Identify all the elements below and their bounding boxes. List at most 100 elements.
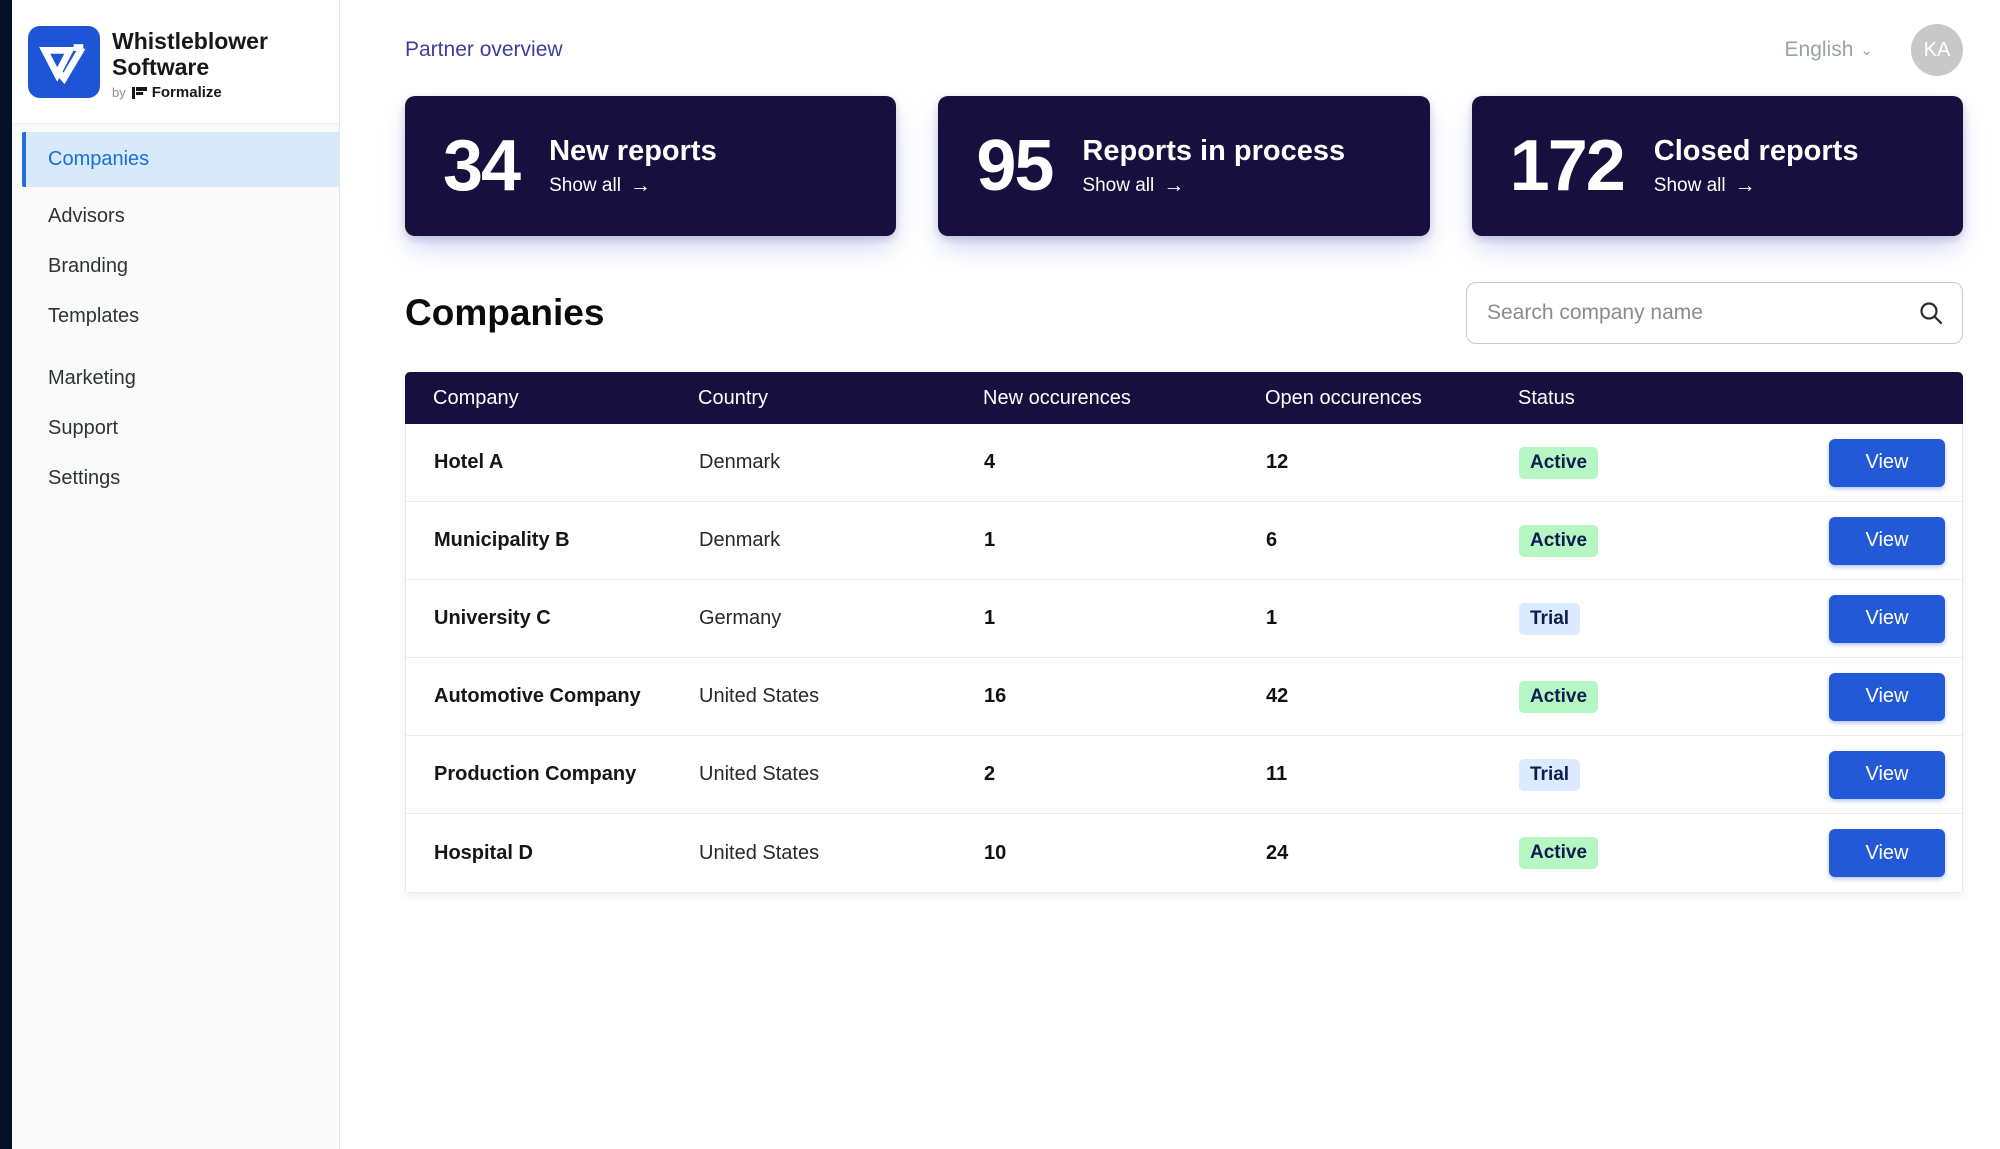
column-header-company: Company [433,386,519,409]
sidebar-item-label: Companies [48,148,150,170]
search-icon[interactable] [1918,300,1944,326]
open-occurences-value: 1 [1266,607,1278,629]
status-badge: Active [1519,446,1599,479]
new-occurences-value: 4 [984,451,996,473]
logo-by-label: by [112,85,126,100]
open-occurences-value: 11 [1266,763,1288,785]
breadcrumb[interactable]: Partner overview [405,38,563,62]
left-edge-strip [0,0,12,1149]
status-badge: Active [1519,837,1599,869]
new-occurences-value: 16 [984,685,1007,707]
open-occurences-value: 42 [1266,685,1289,707]
language-selector[interactable]: English ⌄ [1785,38,1873,62]
company-country: United States [699,841,820,864]
search-input[interactable] [1487,301,1918,325]
table-row: Hotel A Denmark 4 12 Active View [406,424,1962,502]
view-button[interactable]: View [1829,672,1945,721]
open-occurences-value: 24 [1266,841,1289,864]
company-name: University C [434,607,551,629]
view-button[interactable]: View [1829,594,1945,643]
sidebar-nav: Companies Advisors Branding Templates Ma… [12,124,339,503]
sidebar-item-label: Support [48,416,119,439]
topbar: Partner overview English ⌄ KA [405,0,1963,86]
table-row: University C Germany 1 1 Trial View [406,580,1962,658]
column-header-open-occurences: Open occurences [1265,386,1422,409]
company-name: Municipality B [434,529,570,551]
page-title: Companies [405,292,605,333]
sidebar-item-label: Branding [48,254,129,277]
sidebar-item-label: Advisors [48,204,125,227]
sidebar-item-label: Templates [48,304,140,327]
sidebar-item-label: Marketing [48,366,136,389]
status-badge: Active [1519,680,1599,713]
open-occurences-value: 6 [1266,529,1278,551]
new-occurences-value: 2 [984,763,996,785]
arrow-right-icon: → [1734,173,1756,197]
new-occurences-value: 10 [984,841,1007,864]
company-country: Germany [699,607,782,629]
stat-value: 95 [976,126,1054,206]
stat-label: Closed reports [1653,134,1859,167]
formalize-brand-label: Formalize [151,84,222,101]
stat-label: New reports [549,134,717,167]
show-all-link[interactable]: Show all → [1082,174,1345,198]
view-button[interactable]: View [1829,750,1945,799]
language-label: English [1784,38,1854,61]
company-name: Hotel A [434,451,504,473]
show-all-label: Show all [1653,174,1726,196]
company-name: Automotive Company [434,685,641,707]
company-name: Hospital D [434,841,533,864]
show-all-label: Show all [1082,174,1155,196]
table-row: Hospital D United States 10 24 Active Vi… [406,814,1962,892]
logo-title-line2: Software [112,54,210,80]
column-header-new-occurences: New occurences [983,386,1131,409]
new-occurences-value: 1 [984,607,996,629]
sidebar-item-templates[interactable]: Templates [12,291,339,341]
companies-header: Companies [405,282,1963,344]
column-header-country: Country [698,386,769,409]
status-badge: Active [1519,524,1599,557]
logo: Whistleblower Software by Formalize [12,0,339,124]
company-name: Production Company [434,763,637,785]
open-occurences-value: 12 [1266,451,1289,473]
stat-card-new-reports: 34 New reports Show all → [405,96,897,236]
formalize-icon [131,86,147,100]
view-button[interactable]: View [1829,516,1945,565]
sidebar-item-branding[interactable]: Branding [12,241,339,291]
company-country: Denmark [699,529,781,551]
sidebar-item-support[interactable]: Support [12,403,339,453]
view-button[interactable]: View [1829,829,1945,877]
sidebar-item-advisors[interactable]: Advisors [12,191,339,241]
stats-row: 34 New reports Show all → 95 Reports in … [405,96,1963,236]
show-all-link[interactable]: Show all → [1654,174,1859,198]
arrow-right-icon: → [1163,173,1185,197]
company-country: United States [699,763,820,785]
arrow-right-icon: → [629,173,651,197]
stat-value: 172 [1509,126,1626,206]
main-content: Partner overview English ⌄ KA 34 New rep… [340,0,2000,1149]
show-all-label: Show all [549,174,621,196]
avatar[interactable]: KA [1911,24,1963,76]
sidebar: Whistleblower Software by Formalize Comp… [12,0,340,1149]
sidebar-item-label: Settings [48,466,121,489]
avatar-initials: KA [1923,38,1951,61]
sidebar-item-marketing[interactable]: Marketing [12,353,339,403]
stat-label: Reports in process [1082,134,1346,167]
show-all-link[interactable]: Show all → [549,174,717,198]
table-row: Municipality B Denmark 1 6 Active View [406,502,1962,580]
search-box [1466,282,1963,344]
logo-text: Whistleblower Software by Formalize [112,26,268,123]
table-header-row: Company Country New occurences Open occu… [405,372,1963,424]
chevron-down-icon: ⌄ [1860,42,1873,59]
view-button[interactable]: View [1829,438,1945,487]
stat-card-reports-in-process: 95 Reports in process Show all → [938,96,1430,236]
partner-dashboard: Whistleblower Software by Formalize Comp… [0,0,2000,1149]
logo-title-line1: Whistleblower [112,28,268,54]
sidebar-item-companies[interactable]: Companies [22,132,339,187]
column-header-status: Status [1518,386,1575,409]
status-badge: Trial [1519,602,1581,635]
companies-table: Company Country New occurences Open occu… [405,372,1963,893]
company-country: Denmark [699,451,781,473]
company-country: United States [699,685,820,707]
sidebar-item-settings[interactable]: Settings [12,453,339,503]
